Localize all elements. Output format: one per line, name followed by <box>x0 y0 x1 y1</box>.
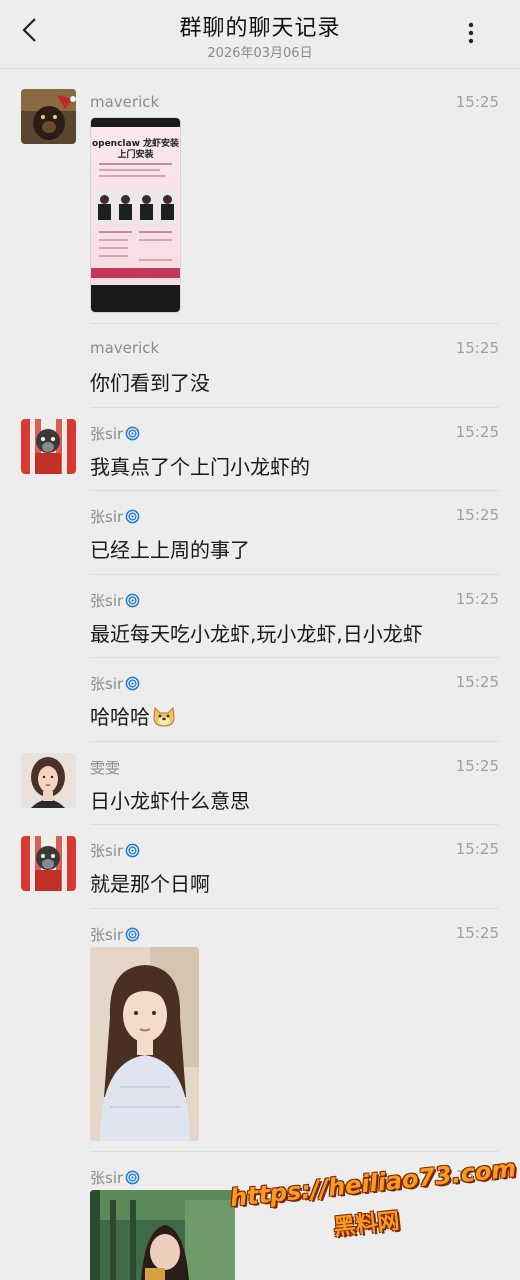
chat-history-page: 群聊的聊天记录 2026年03月06日 maverick 15:25 openc… <box>0 0 520 1280</box>
more-button[interactable] <box>456 18 486 48</box>
image-title-line2: 上门安装 <box>117 150 154 160</box>
swirl-icon <box>125 426 140 441</box>
swirl-icon <box>125 1170 140 1185</box>
message-text-content: 哈哈哈 <box>90 705 150 729</box>
message-item: 张sir 15:25 <box>0 909 520 1152</box>
header-bar: 群聊的聊天记录 2026年03月06日 <box>0 0 520 69</box>
sender-name[interactable]: 张sir <box>90 924 140 945</box>
image-title-line1: openclaw 龙虾安装 <box>91 139 180 149</box>
sender-name-text: 张sir <box>90 425 124 443</box>
sender-name[interactable]: 张sir <box>90 590 140 611</box>
message-time: 15:25 <box>455 924 499 942</box>
sender-name-text: 张sir <box>90 675 124 693</box>
message-list[interactable]: maverick 15:25 openclaw 龙虾安装 上门安装 maveri… <box>0 69 520 1280</box>
sender-name[interactable]: 张sir <box>90 506 140 527</box>
screenshot-image[interactable]: openclaw 龙虾安装 上门安装 <box>90 117 181 313</box>
sender-name-text: 张sir <box>90 592 124 610</box>
message-text[interactable]: 日小龙虾什么意思 <box>90 785 250 814</box>
swirl-icon <box>125 927 140 942</box>
sender-name[interactable]: maverick <box>90 339 159 357</box>
sender-name[interactable]: 张sir <box>90 840 140 861</box>
message-text[interactable]: 我真点了个上门小龙虾的 <box>90 451 310 480</box>
message-time: 15:25 <box>455 339 499 357</box>
photo-image[interactable] <box>90 947 199 1141</box>
swirl-icon <box>125 676 140 691</box>
sender-name-text: 张sir <box>90 1169 124 1187</box>
photo-image[interactable] <box>90 1190 235 1280</box>
swirl-icon <box>125 509 140 524</box>
message-item: 张sir 15:25 就是那个日啊 <box>0 825 520 909</box>
message-item: 张sir 15:25 哈哈哈 <box>0 658 520 742</box>
sender-name[interactable]: maverick <box>90 93 159 111</box>
doge-emoji-icon <box>153 706 175 727</box>
sender-name-text: 张sir <box>90 926 124 944</box>
message-time: 15:25 <box>455 590 499 608</box>
message-time: 15:25 <box>455 423 499 441</box>
message-item: 张sir 15:25 <box>0 1152 520 1280</box>
swirl-icon <box>125 593 140 608</box>
avatar-zhangsir[interactable] <box>21 419 76 474</box>
message-item: 张sir 15:25 已经上上周的事了 <box>0 491 520 575</box>
sender-name[interactable]: 张sir <box>90 1167 140 1188</box>
message-item: maverick 15:25 openclaw 龙虾安装 上门安装 <box>0 69 520 324</box>
message-item: 雯雯 15:25 日小龙虾什么意思 <box>0 742 520 825</box>
message-item: maverick 15:25 你们看到了没 <box>0 324 520 408</box>
message-text[interactable]: 就是那个日啊 <box>90 868 210 897</box>
sender-name[interactable]: 张sir <box>90 423 140 444</box>
sender-name-text: 张sir <box>90 842 124 860</box>
sender-name-text: 张sir <box>90 508 124 526</box>
avatar-maverick[interactable] <box>21 89 76 144</box>
swirl-icon <box>125 843 140 858</box>
more-vertical-icon <box>468 22 474 44</box>
page-title: 群聊的聊天记录 <box>179 16 341 41</box>
message-time: 15:25 <box>455 93 499 111</box>
message-text[interactable]: 最近每天吃小龙虾,玩小龙虾,日小龙虾 <box>90 618 423 647</box>
message-time: 15:25 <box>455 506 499 524</box>
message-text[interactable]: 你们看到了没 <box>90 367 210 396</box>
message-time: 15:25 <box>455 840 499 858</box>
message-time: 15:25 <box>455 673 499 691</box>
sender-name[interactable]: 张sir <box>90 673 140 694</box>
sender-name[interactable]: 雯雯 <box>90 757 120 778</box>
message-item: 张sir 15:25 我真点了个上门小龙虾的 <box>0 408 520 491</box>
message-time: 15:25 <box>455 1167 499 1185</box>
avatar-zhangsir[interactable] <box>21 836 76 891</box>
chat-date: 2026年03月06日 <box>207 46 313 61</box>
message-text[interactable]: 已经上上周的事了 <box>90 534 250 563</box>
message-item: 张sir 15:25 最近每天吃小龙虾,玩小龙虾,日小龙虾 <box>0 575 520 658</box>
message-text[interactable]: 哈哈哈 <box>90 701 177 730</box>
avatar-wenwen[interactable] <box>21 753 76 808</box>
message-time: 15:25 <box>455 757 499 775</box>
